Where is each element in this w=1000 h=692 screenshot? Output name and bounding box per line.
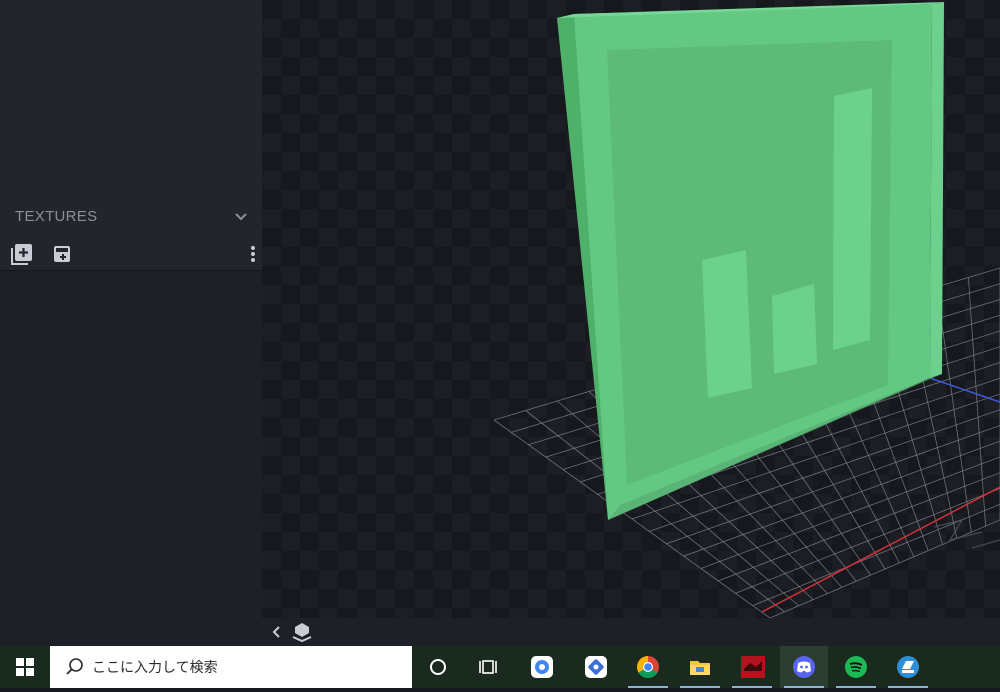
- chrome-app-1-icon[interactable]: [518, 646, 566, 688]
- windows-taskbar: ここに入力して検索: [0, 646, 1000, 688]
- scene-canvas[interactable]: [262, 0, 1000, 618]
- task-view-icon[interactable]: [464, 646, 512, 688]
- more-vert-icon[interactable]: [244, 242, 262, 266]
- chevron-down-icon[interactable]: [232, 208, 250, 226]
- panel-divider: [0, 270, 262, 271]
- add-texture-icon[interactable]: [10, 242, 34, 266]
- chart-bar-right: [833, 88, 872, 350]
- search-placeholder: ここに入力して検索: [92, 657, 218, 677]
- windows-logo-icon[interactable]: [0, 646, 50, 688]
- textures-panel-header[interactable]: TEXTURES: [0, 196, 262, 240]
- google-chrome-icon[interactable]: [624, 646, 672, 688]
- x-axis-red: [762, 487, 1000, 612]
- spotify-icon[interactable]: [832, 646, 880, 688]
- discord-icon[interactable]: [780, 646, 828, 688]
- chart-bar-middle: [772, 284, 817, 374]
- grid-line: [968, 278, 985, 527]
- grid-line: [701, 457, 1000, 569]
- textures-toolbar: [0, 240, 262, 270]
- red-app-icon[interactable]: [728, 646, 776, 688]
- grid-line: [770, 520, 1000, 618]
- texture-list: [0, 270, 262, 646]
- block-model[interactable]: [557, 2, 944, 520]
- block-right-edge: [930, 2, 944, 378]
- textures-panel-title: TEXTURES: [15, 208, 97, 225]
- blue-app-icon[interactable]: [884, 646, 932, 688]
- taskbar-search-box[interactable]: ここに入力して検索: [50, 646, 412, 688]
- file-explorer-icon[interactable]: [676, 646, 724, 688]
- cortana-icon[interactable]: [414, 646, 462, 688]
- outliner-panel: [0, 0, 262, 196]
- search-icon: [64, 656, 86, 678]
- viewport-statusbar: [262, 618, 1000, 646]
- chevron-left-icon[interactable]: [266, 622, 286, 642]
- 3d-viewport[interactable]: [262, 0, 1000, 618]
- ground-plane-icon[interactable]: [290, 621, 314, 643]
- import-texture-icon[interactable]: [50, 242, 74, 266]
- chart-bar-left: [702, 250, 752, 398]
- left-sidebar: TEXTURES: [0, 0, 262, 646]
- chrome-app-2-icon[interactable]: [572, 646, 620, 688]
